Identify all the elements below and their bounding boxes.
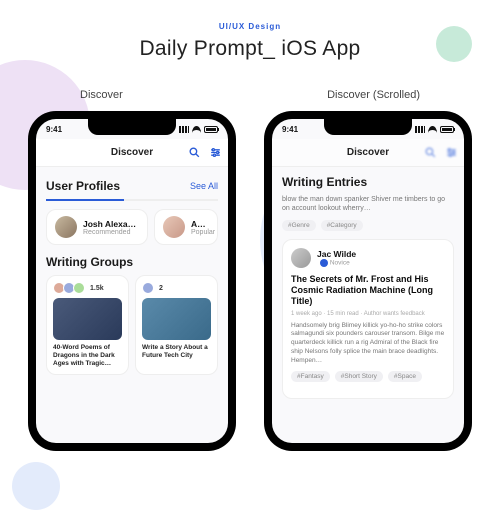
author-avatar [291, 248, 311, 268]
wifi-icon [428, 126, 437, 133]
tag-chip[interactable]: #Space [388, 371, 422, 382]
page-title: Daily Prompt_ iOS App [0, 37, 500, 61]
profile-card[interactable]: Anna Smi Popular [154, 209, 218, 245]
search-icon[interactable] [424, 146, 437, 159]
battery-icon [204, 126, 218, 133]
group-title: Write a Story About a Future Tech City [142, 344, 211, 360]
group-thumbnail [142, 298, 211, 340]
see-all-link[interactable]: See All [190, 181, 218, 191]
tab-underline [46, 199, 218, 201]
section-title-entries: Writing Entries [282, 175, 454, 189]
previous-entry-excerpt: blow the man down spanker Shiver me timb… [282, 195, 454, 214]
tag-chip[interactable]: #Fantasy [291, 371, 330, 382]
entry-card[interactable]: Jac Wilde Novice The Secrets of Mr. Fros… [282, 239, 454, 400]
section-title-profiles: User Profiles [46, 179, 120, 193]
member-avatar [142, 282, 154, 294]
member-count: 2 [159, 285, 163, 292]
member-avatar [73, 282, 85, 294]
phone-frame-discover: 9:41 Discover User Profiles See All [28, 111, 236, 451]
wifi-icon [192, 126, 201, 133]
phone-frame-discover-scrolled: 9:41 Discover Writing Entries blow the m… [264, 111, 472, 451]
member-count: 1.5k [90, 285, 104, 292]
rank-badge-icon [320, 259, 328, 267]
battery-icon [440, 126, 454, 133]
mock-label-left: Discover [80, 89, 123, 101]
tag-chip[interactable]: #Short Story [335, 371, 383, 382]
status-time: 9:41 [46, 125, 62, 134]
decorative-blob [12, 462, 60, 510]
navbar: Discover [272, 139, 464, 167]
eyebrow-label: UI/UX Design [0, 22, 500, 31]
filter-icon[interactable] [445, 146, 458, 159]
tag-chip[interactable]: #Category [321, 220, 363, 231]
group-card[interactable]: 2 Write a Story About a Future Tech City [135, 275, 218, 375]
device-notch [324, 119, 412, 135]
profile-name: Anna Smi [191, 219, 209, 229]
group-title: 40-Word Poems of Dragons in the Dark Age… [53, 344, 122, 368]
entry-title: The Secrets of Mr. Frost and His Cosmic … [291, 274, 445, 308]
navbar-title: Discover [347, 147, 389, 158]
search-icon[interactable] [188, 146, 201, 159]
navbar: Discover [36, 139, 228, 167]
signal-icon [179, 126, 189, 133]
group-thumbnail [53, 298, 122, 340]
tag-chip[interactable]: #Genre [282, 220, 316, 231]
navbar-title: Discover [111, 147, 153, 158]
author-rank: Novice [330, 260, 350, 267]
status-time: 9:41 [282, 125, 298, 134]
profile-subtitle: Popular [191, 229, 209, 236]
group-card[interactable]: 1.5k 40-Word Poems of Dragons in the Dar… [46, 275, 129, 375]
author-name: Jac Wilde [317, 249, 356, 259]
profile-name: Josh Alexander [83, 219, 139, 229]
profile-card[interactable]: Josh Alexander Recommended [46, 209, 148, 245]
avatar [163, 216, 185, 238]
profile-subtitle: Recommended [83, 229, 139, 236]
mock-label-right: Discover (Scrolled) [327, 89, 420, 101]
section-title-groups: Writing Groups [46, 255, 133, 269]
avatar [55, 216, 77, 238]
signal-icon [415, 126, 425, 133]
filter-icon[interactable] [209, 146, 222, 159]
device-notch [88, 119, 176, 135]
entry-meta: 1 week ago · 15 min read · Author wants … [291, 311, 445, 317]
entry-body-excerpt: Handsomely brig Blimey killick yo-ho-ho … [291, 322, 445, 366]
